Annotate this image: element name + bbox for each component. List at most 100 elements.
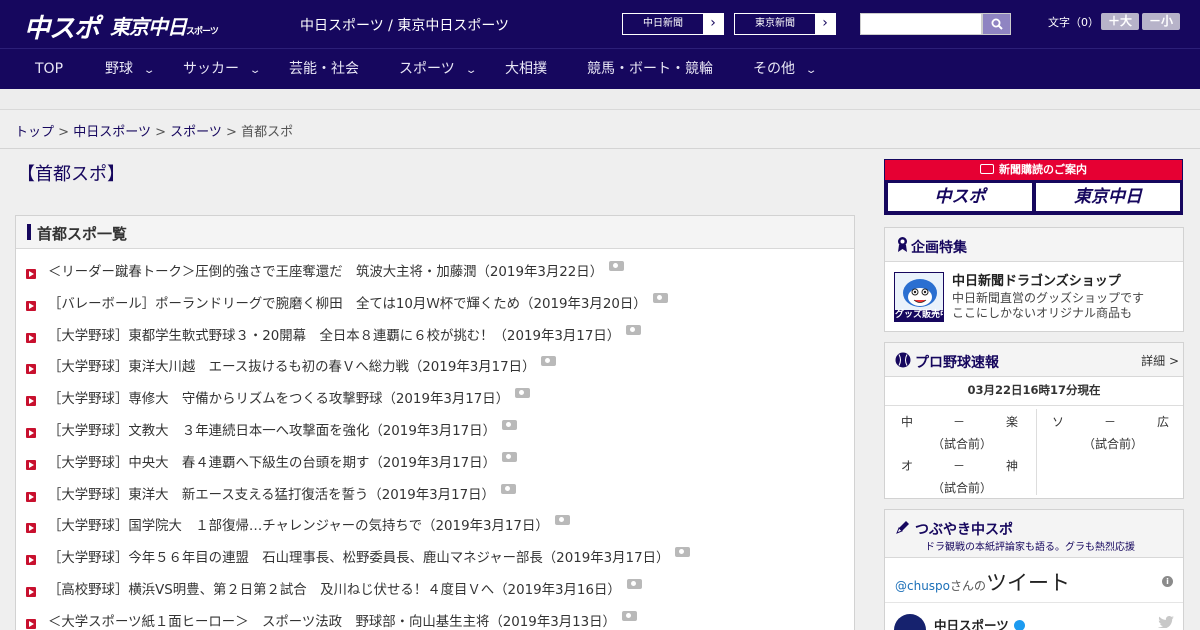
dragons-shop-description: 中日新聞直営のグッズショップです ここにしかないオリジナル商品も — [952, 291, 1144, 321]
list-item[interactable]: ［大学野球］文教大 ３年連続日本一へ攻撃面を強化（2019年3月17日） — [16, 419, 854, 452]
article-link[interactable]: ［大学野球］国学院大 １部復帰…チャレンジャーの気持ちで（2019年3月17日） — [48, 515, 549, 539]
twitter-box: つぶやき中スポ ドラ観戦の本紙評論家も語る。グラも熱烈応援 @chuspoさんの… — [884, 509, 1184, 630]
font-bigger-button[interactable]: ＋大 — [1101, 13, 1139, 30]
article-link[interactable]: ［大学野球］東洋大 新エース支える猛打復活を誓う（2019年3月17日） — [48, 484, 495, 508]
list-item[interactable]: ［大学野球］東洋大 新エース支える猛打復活を誓う（2019年3月17日） — [16, 483, 854, 516]
breadcrumb-sep: > — [58, 125, 70, 140]
handle-suffix: さんの — [950, 579, 987, 593]
play-bullet-icon — [26, 491, 36, 502]
article-link[interactable]: ［大学野球］今年５６年目の連盟 石山理事長、松野委員長、鹿山マネジャー部長（20… — [48, 547, 669, 571]
article-link[interactable]: ［大学野球］中央大 春４連覇へ下級生の台頭を期す（2019年3月17日） — [48, 452, 496, 476]
list-item[interactable]: ［バレーボール］ポーランドリーグで腕磨く柳田 全ては10月Ｗ杯で輝くため（201… — [16, 292, 854, 325]
article-link[interactable]: ［大学野球］東洋大川越 エース抜けるも初の春Ｖへ総力戦（2019年3月17日） — [48, 356, 535, 380]
dragons-shop-thumbnail[interactable]: グッズ販売中 — [894, 272, 944, 322]
score: － — [1104, 415, 1117, 429]
twitter-title: つぶやき中スポ — [915, 522, 1013, 538]
game-status: （試合前） — [1083, 437, 1144, 451]
list-item[interactable]: ［大学野球］国学院大 １部復帰…チャレンジャーの気持ちで（2019年3月17日） — [16, 515, 854, 547]
tweets-label: ツイート — [986, 571, 1071, 595]
breadcrumb-top[interactable]: トップ — [15, 125, 54, 140]
list-item[interactable]: ［大学野球］専修大 守備からリズムをつくる攻撃野球（2019年3月17日） — [16, 388, 854, 420]
detail-link[interactable]: 詳細 > — [1141, 352, 1179, 369]
list-item[interactable]: ［大学野球］東洋大川越 エース抜けるも初の春Ｖへ総力戦（2019年3月17日） — [16, 356, 854, 388]
nav-entertainment[interactable]: 芸能・社会 — [289, 49, 359, 89]
camera-icon — [609, 261, 625, 271]
play-bullet-icon — [26, 269, 36, 279]
font-smaller-button[interactable]: －小 — [1142, 13, 1180, 30]
article-link[interactable]: ［大学野球］文教大 ３年連続日本一へ攻撃面を強化（2019年3月17日） — [48, 420, 496, 444]
account-name-text: 中日スポーツ — [934, 618, 1009, 630]
news-list: ＜リーダー蹴春トーク＞圧倒的強さで王座奪還だ 筑波大主将・加藤潤（2019年3月… — [16, 261, 854, 630]
camera-icon — [501, 451, 517, 462]
game-status: （試合前） — [932, 437, 993, 451]
search-button[interactable] — [982, 13, 1011, 35]
list-item[interactable]: ［大学野球］今年５６年目の連盟 石山理事長、松野委員長、鹿山マネジャー部長（20… — [16, 547, 854, 579]
breadcrumb-sports[interactable]: スポーツ — [170, 125, 222, 140]
play-bullet-icon — [26, 427, 36, 438]
page-title: 【首都スポ】 — [17, 164, 125, 185]
divider — [0, 148, 1200, 149]
twitter-bird-icon[interactable] — [1158, 616, 1174, 628]
pro-baseball-title: プロ野球速報 — [915, 355, 999, 371]
nav-soccer[interactable]: サッカー ⌄ — [183, 49, 262, 89]
panel-header: 首都スポ一覧 — [16, 216, 854, 249]
breadcrumb-chunichi-sports[interactable]: 中日スポーツ — [73, 125, 151, 140]
nav-label: サッカー — [183, 61, 239, 77]
tokyo-chunichi-logo[interactable]: 東京中日スポーツ — [110, 11, 219, 40]
list-item[interactable]: ［大学野球］東都学生軟式野球３・20開幕 全日本８連覇に６校が挑む！（2019年… — [16, 324, 854, 357]
chevron-right-icon: › — [822, 15, 828, 31]
tokyo-logo-small: スポーツ — [186, 27, 219, 37]
special-feature-box: 企画特集 グッズ販売中 中日新聞ドラゴンズショップ 中日新聞直営のグッズショップ… — [884, 227, 1184, 332]
list-item[interactable]: ＜大学スポーツ紙１面ヒーロー＞ スポーツ法政 野球部・向山基生主将（2019年3… — [16, 610, 854, 630]
score: － — [953, 415, 966, 429]
nav-baseball[interactable]: 野球 ⌄ — [105, 49, 156, 89]
nav-sports[interactable]: スポーツ ⌄ — [399, 49, 477, 89]
twitter-handle-link[interactable]: @chuspo — [895, 579, 950, 593]
breadcrumb-sep: > — [155, 125, 166, 140]
tokyo-shimbun-link[interactable]: 東京新聞 › — [734, 13, 836, 35]
article-link[interactable]: ［大学野球］東都学生軟式野球３・20開幕 全日本８連覇に６校が挑む！（2019年… — [48, 325, 620, 349]
breadcrumb: トップ > 中日スポーツ > スポーツ > 首都スポ — [15, 121, 293, 140]
camera-icon — [621, 610, 637, 621]
list-item[interactable]: ［大学野球］中央大 春４連覇へ下級生の台頭を期す（2019年3月17日） — [16, 451, 854, 484]
dragons-shop-title[interactable]: 中日新聞ドラゴンズショップ — [952, 270, 1121, 289]
heading-bar — [27, 224, 31, 240]
nav-label: その他 — [753, 61, 795, 77]
camera-icon — [554, 515, 570, 526]
top-header: 中スポ 東京中日スポーツ 中日スポーツ / 東京中日スポーツ 中日新聞 › 東京… — [0, 0, 1200, 48]
nav-sumo[interactable]: 大相撲 — [505, 49, 547, 89]
verified-icon — [1013, 620, 1025, 630]
tokyo-subscribe-logo[interactable]: 東京中日 — [1036, 183, 1180, 211]
chunichi-shimbun-link[interactable]: 中日新聞 › — [622, 13, 724, 35]
desc-line: ここにしかないオリジナル商品も — [952, 306, 1133, 320]
article-link[interactable]: ＜リーダー蹴春トーク＞圧倒的強さで王座奪還だ 筑波大主将・加藤潤（2019年3月… — [48, 261, 603, 285]
nav-keiba[interactable]: 競馬・ボート・競輪 — [587, 49, 713, 89]
chuspo-logo[interactable]: 中スポ — [24, 8, 100, 45]
nav-label: 野球 — [105, 61, 133, 77]
search-input[interactable] — [860, 13, 982, 35]
info-icon[interactable]: i — [1162, 576, 1173, 587]
nav-top[interactable]: TOP — [35, 49, 63, 89]
article-link[interactable]: ［バレーボール］ポーランドリーグで腕磨く柳田 全ては10月Ｗ杯で輝くため（201… — [48, 293, 647, 317]
chuspo-subscribe-logo[interactable]: 中スポ — [888, 183, 1032, 211]
list-item[interactable]: ［高校野球］横浜VS明豊、第２日第２試合 及川ねじ伏せる！４度目Ｖへ（2019年… — [16, 578, 854, 611]
camera-icon — [501, 419, 517, 430]
nav-label: 大相撲 — [505, 61, 547, 77]
score: － — [953, 459, 966, 473]
article-link[interactable]: ［高校野球］横浜VS明豊、第２日第２試合 及川ねじ伏せる！４度目Ｖへ（2019年… — [48, 579, 621, 603]
subscription-banner[interactable]: 新聞購読のご案内 中スポ 東京中日 — [884, 159, 1183, 215]
twitter-account-name[interactable]: 中日スポーツ — [934, 615, 1025, 630]
chevron-down-icon: ⌄ — [248, 65, 262, 76]
font-size-label: 文字（0） — [1048, 16, 1099, 29]
chevron-down-icon: ⌄ — [142, 65, 156, 76]
list-item[interactable]: ＜リーダー蹴春トーク＞圧倒的強さで王座奪還だ 筑波大主将・加藤潤（2019年3月… — [16, 261, 854, 293]
article-link[interactable]: ［大学野球］専修大 守備からリズムをつくる攻撃野球（2019年3月17日） — [48, 388, 509, 412]
play-bullet-icon — [26, 364, 36, 375]
play-bullet-icon — [26, 586, 36, 597]
subscription-header: 新聞購読のご案内 — [885, 160, 1182, 180]
avatar[interactable] — [894, 614, 926, 630]
nav-other[interactable]: その他 ⌄ — [753, 49, 817, 89]
article-link[interactable]: ＜大学スポーツ紙１面ヒーロー＞ スポーツ法政 野球部・向山基生主将（2019年3… — [48, 611, 616, 630]
twitter-timeline-header: @chuspoさんのツイート — [895, 567, 1070, 597]
newspaper-icon — [980, 164, 994, 174]
